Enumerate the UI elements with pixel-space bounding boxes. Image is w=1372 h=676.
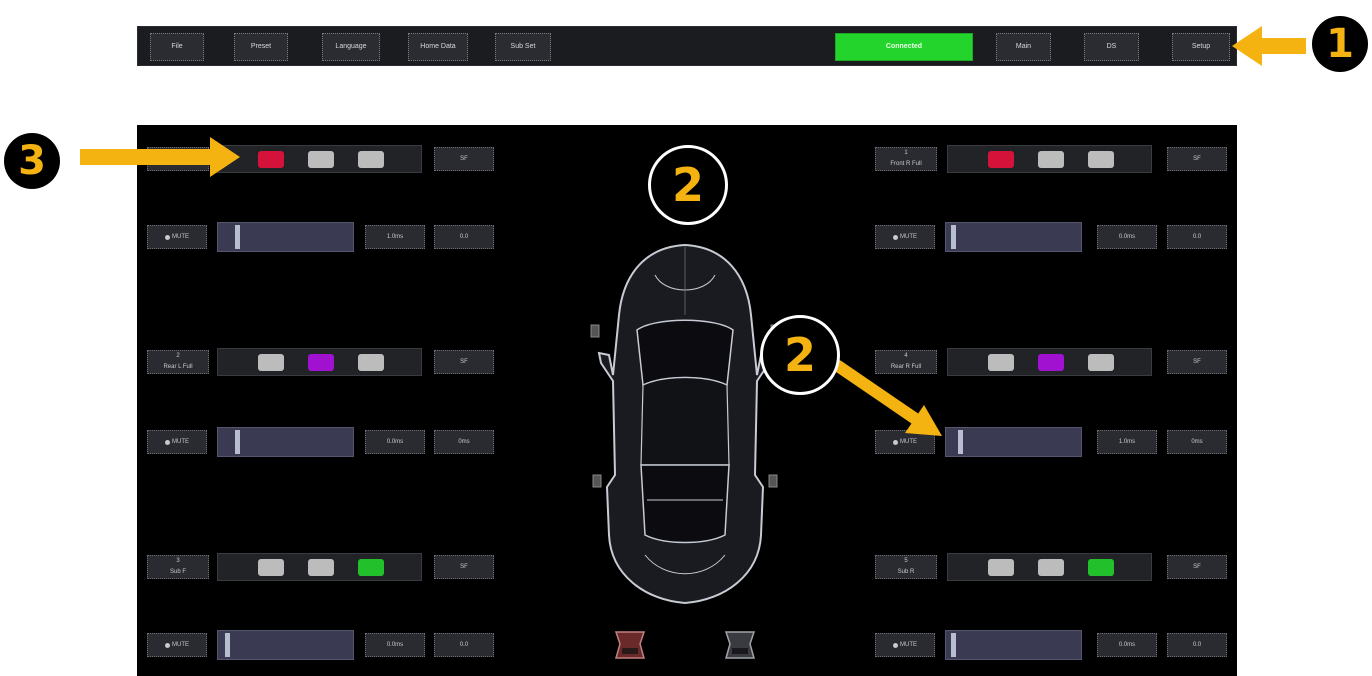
annotation-badge-1: 1 (1312, 16, 1368, 72)
annotation-badge-2-bottom: 2 (760, 315, 840, 395)
annotation-arrows (80, 26, 1306, 436)
arrow-2-icon (832, 360, 942, 436)
annotation-badge-2-top: 2 (648, 145, 728, 225)
annotation-badge-3: 3 (4, 133, 60, 189)
arrow-3-icon (80, 137, 240, 177)
arrow-1-icon (1232, 26, 1306, 66)
